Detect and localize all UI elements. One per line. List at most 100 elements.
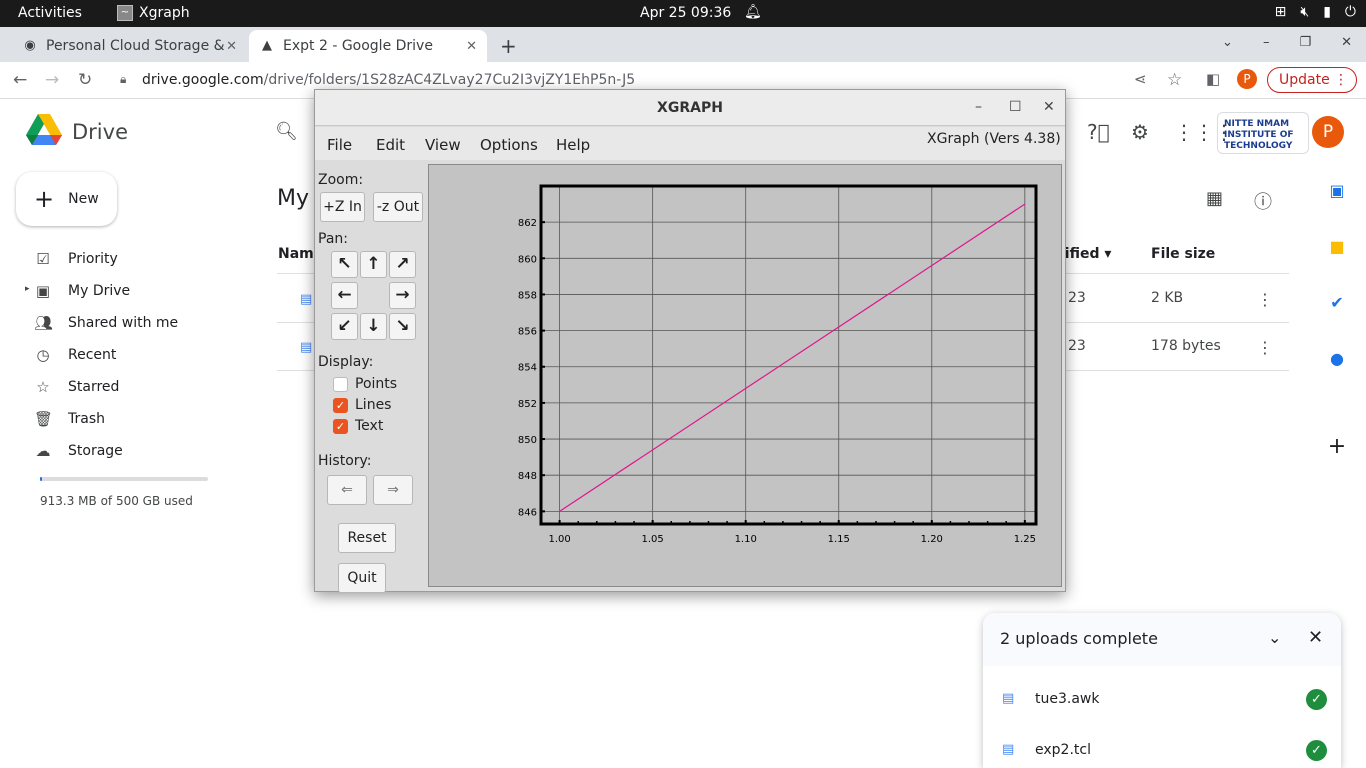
upload-item[interactable]: ▤ exp2.tcl ✓ bbox=[983, 732, 1341, 768]
tasks-icon[interactable]: ✔ bbox=[1326, 292, 1348, 314]
y-tick-label: 846 bbox=[518, 507, 537, 518]
keep-icon[interactable]: ■ bbox=[1326, 236, 1348, 258]
y-tick-label: 858 bbox=[518, 290, 537, 301]
active-app-menu[interactable]: ~ Xgraph bbox=[117, 5, 190, 21]
trash-icon: 🗑︎ bbox=[34, 410, 54, 428]
activities-button[interactable]: Activities bbox=[18, 5, 82, 21]
menu-options[interactable]: Options bbox=[480, 136, 538, 154]
text-label[interactable]: Text bbox=[355, 418, 383, 434]
xgraph-menu-bar: File Edit View Options Help XGraph (Vers… bbox=[315, 127, 1065, 160]
close-icon[interactable]: ✕ bbox=[466, 39, 477, 54]
search-icon[interactable]: 🔍︎ bbox=[275, 121, 298, 142]
info-icon[interactable]: ⓘ bbox=[1254, 188, 1272, 214]
add-addon-icon[interactable]: + bbox=[1326, 436, 1348, 458]
bell-icon[interactable]: 🔔︎ bbox=[744, 4, 762, 20]
close-icon[interactable]: ✕ bbox=[1341, 35, 1352, 50]
upload-item[interactable]: ▤ tue3.awk ✓ bbox=[983, 681, 1341, 721]
sidebar-item-recent[interactable]: ◷ Recent bbox=[34, 343, 116, 367]
minimize-icon[interactable]: – bbox=[1263, 35, 1270, 50]
sidebar-item-trash[interactable]: 🗑︎ Trash bbox=[34, 407, 105, 431]
menu-file[interactable]: File bbox=[327, 136, 352, 154]
sidebar-item-storage[interactable]: ☁ Storage bbox=[34, 439, 123, 463]
reset-button[interactable]: Reset bbox=[338, 523, 396, 553]
sidebar-item-priority[interactable]: ☑ Priority bbox=[34, 247, 118, 271]
pan-down-button[interactable]: ↓ bbox=[360, 313, 387, 340]
column-file-size[interactable]: File size bbox=[1151, 246, 1215, 262]
profile-avatar[interactable]: P bbox=[1237, 69, 1257, 89]
more-actions-icon[interactable]: ⋮ bbox=[1257, 290, 1273, 309]
expand-arrow-icon[interactable]: ▸ bbox=[25, 284, 30, 294]
quit-button[interactable]: Quit bbox=[338, 563, 386, 593]
share-icon[interactable]: ⋖ bbox=[1134, 70, 1147, 88]
series-line bbox=[559, 203, 1026, 512]
pan-up-right-button[interactable]: ↗ bbox=[389, 251, 416, 278]
plus-icon: + bbox=[34, 185, 55, 213]
chevron-down-icon[interactable]: ⌄ bbox=[1222, 35, 1233, 50]
xgraph-title-bar[interactable]: XGRAPH – ☐ ✕ bbox=[315, 90, 1065, 126]
upload-file-name: tue3.awk bbox=[1035, 691, 1100, 707]
maximize-icon[interactable]: ❐ bbox=[1299, 35, 1311, 50]
plot-area[interactable]: 1.00 1.05 1.10 1.15 1.20 1.25 846 848 850 852 854 8… bbox=[428, 164, 1062, 587]
sidebar-item-starred[interactable]: ☆ Starred bbox=[34, 375, 119, 399]
pan-left-button[interactable]: ← bbox=[331, 282, 358, 309]
xgraph-window: XGRAPH – ☐ ✕ File Edit View Options Help… bbox=[314, 89, 1066, 593]
zoom-out-button[interactable]: -z Out bbox=[373, 192, 423, 222]
pan-up-left-button[interactable]: ↖ bbox=[331, 251, 358, 278]
sidebar-item-label: Priority bbox=[68, 251, 118, 267]
drive-title[interactable]: Drive bbox=[72, 120, 128, 144]
forward-icon[interactable]: → bbox=[45, 70, 59, 90]
system-tray[interactable]: ⊞ 🔇︎ ▮ ⏻ bbox=[1275, 4, 1356, 20]
pan-down-right-button[interactable]: ↘ bbox=[389, 313, 416, 340]
menu-view[interactable]: View bbox=[425, 136, 461, 154]
contacts-icon[interactable]: ● bbox=[1326, 348, 1348, 370]
close-icon[interactable]: ✕ bbox=[226, 39, 237, 54]
bookmark-star-icon[interactable]: ☆ bbox=[1167, 70, 1182, 90]
gear-icon[interactable]: ⚙ bbox=[1131, 120, 1149, 144]
update-button[interactable]: Update ⋮ bbox=[1267, 67, 1357, 93]
back-icon[interactable]: ← bbox=[13, 70, 27, 90]
close-icon[interactable]: ✕ bbox=[1308, 627, 1323, 648]
history-forward-button[interactable]: ⇒ bbox=[373, 475, 413, 505]
grid-view-icon[interactable]: ▦ bbox=[1206, 188, 1223, 209]
address-bar[interactable]: drive.google.com/drive/folders/1S28zAC4Z… bbox=[142, 72, 635, 88]
side-panel-icon[interactable]: ◧ bbox=[1206, 70, 1220, 88]
menu-help[interactable]: Help bbox=[556, 136, 590, 154]
sidebar-item-my-drive[interactable]: ▣ My Drive bbox=[34, 279, 130, 303]
more-actions-icon[interactable]: ⋮ bbox=[1257, 338, 1273, 357]
sidebar-item-label: Starred bbox=[68, 379, 120, 395]
lines-checkbox[interactable]: ✓ bbox=[333, 398, 348, 413]
lines-label[interactable]: Lines bbox=[355, 397, 391, 413]
reload-icon[interactable]: ↻ bbox=[78, 70, 92, 90]
tab-title: Personal Cloud Storage & bbox=[46, 38, 225, 54]
network-icon: ⊞ bbox=[1274, 4, 1287, 20]
clock[interactable]: Apr 25 09:36 bbox=[640, 5, 731, 21]
calendar-icon[interactable]: ▣ bbox=[1326, 180, 1348, 202]
points-label[interactable]: Points bbox=[355, 376, 397, 392]
version-label: XGraph (Vers 4.38) bbox=[927, 131, 1061, 147]
close-icon[interactable]: ✕ bbox=[1043, 99, 1055, 115]
new-tab-icon[interactable]: + bbox=[500, 34, 517, 58]
file-size: 2 KB bbox=[1151, 290, 1184, 306]
tab-expt-2[interactable]: ▲ Expt 2 - Google Drive ✕ bbox=[249, 30, 487, 62]
account-avatar[interactable]: P bbox=[1312, 116, 1344, 148]
column-modified[interactable]: lified ▾ bbox=[1060, 246, 1111, 262]
pan-up-button[interactable]: ↑ bbox=[360, 251, 387, 278]
pan-right-button[interactable]: → bbox=[389, 282, 416, 309]
file-modified: 23 bbox=[1068, 338, 1086, 354]
maximize-icon[interactable]: ☐ bbox=[1009, 99, 1022, 115]
minimize-icon[interactable]: – bbox=[975, 99, 982, 115]
organization-logo[interactable]: NITTE NMAM INSTITUTE OF TECHNOLOGY bbox=[1217, 112, 1309, 154]
text-checkbox[interactable]: ✓ bbox=[333, 419, 348, 434]
sidebar-item-shared[interactable]: 👥︎ Shared with me bbox=[34, 311, 178, 335]
new-button[interactable]: + New bbox=[16, 172, 117, 226]
file-icon: ▤ bbox=[300, 292, 313, 307]
history-back-button[interactable]: ⇐ bbox=[327, 475, 367, 505]
help-icon[interactable]: ?⃝ bbox=[1087, 120, 1110, 144]
chevron-down-icon[interactable]: ⌄ bbox=[1268, 628, 1281, 647]
pan-down-left-button[interactable]: ↙ bbox=[331, 313, 358, 340]
lock-icon[interactable]: 🔒︎ bbox=[120, 72, 126, 87]
zoom-in-button[interactable]: +Z In bbox=[320, 192, 365, 222]
menu-edit[interactable]: Edit bbox=[376, 136, 405, 154]
tab-personal-cloud[interactable]: ◉ Personal Cloud Storage & ✕ bbox=[12, 30, 247, 62]
points-checkbox[interactable] bbox=[333, 377, 348, 392]
